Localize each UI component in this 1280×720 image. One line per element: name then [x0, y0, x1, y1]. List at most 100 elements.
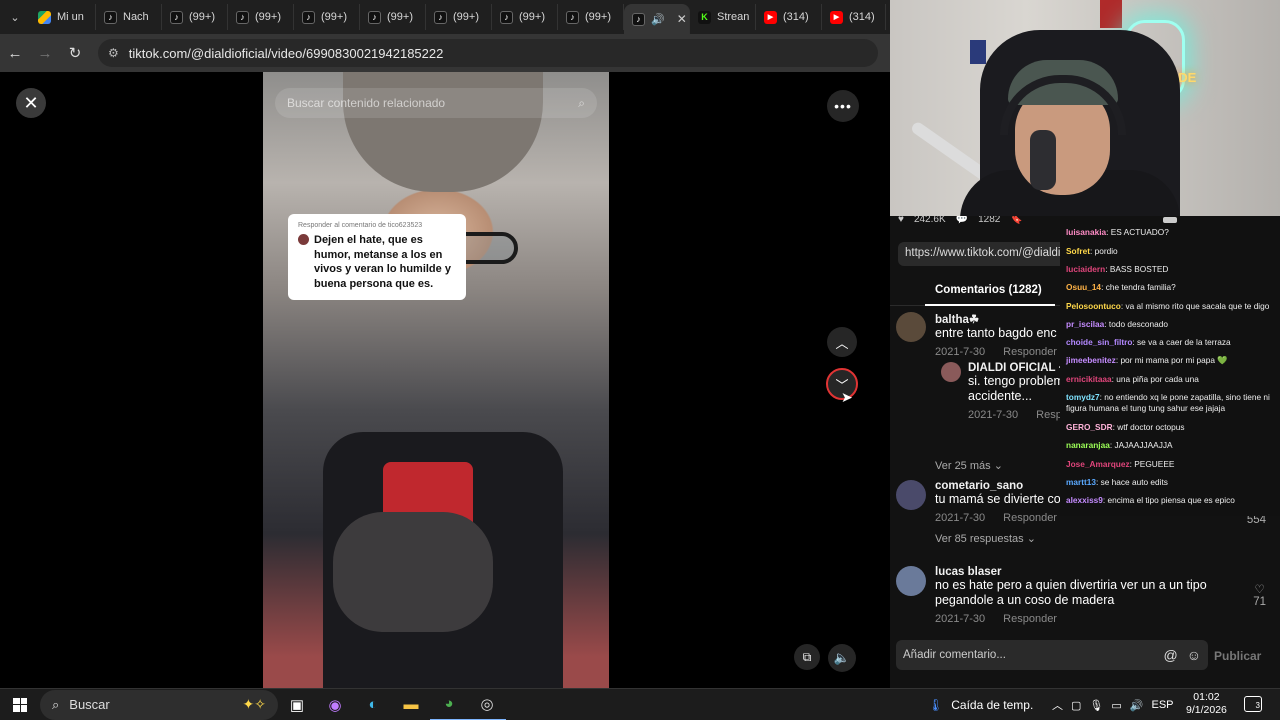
search-icon[interactable]: ⌕: [578, 96, 585, 111]
chrome-icon[interactable]: ◕: [430, 689, 468, 720]
avatar[interactable]: [896, 312, 926, 342]
volume-icon[interactable]: 🔊: [1130, 699, 1144, 712]
mic-arm: [909, 120, 991, 182]
volume-icon[interactable]: 🔈: [828, 644, 856, 672]
chat-message: luciaidern: BASS BOSTED: [1066, 264, 1169, 274]
windows-start-button[interactable]: [0, 689, 40, 720]
address-bar[interactable]: ⚙ tiktok.com/@dialdioficial/video/699083…: [98, 39, 878, 67]
reply-quote: Dejen el hate, que es humor, metanse a l…: [314, 234, 451, 290]
close-tab-icon[interactable]: ✕: [677, 12, 687, 26]
edge-icon[interactable]: ◐: [354, 689, 392, 720]
site-info-icon[interactable]: ⚙: [108, 46, 119, 60]
chat-message: nanaranjaa: JAJAAJJAAJJA: [1066, 440, 1173, 450]
tab-comments[interactable]: Comentarios (1282): [935, 284, 1042, 296]
chat-user: nanaranjaa: [1066, 440, 1110, 450]
back-icon[interactable]: ←: [0, 38, 30, 68]
reload-icon[interactable]: ↻: [60, 38, 90, 68]
comment-user[interactable]: lucas blaser: [935, 566, 1265, 578]
chat-user: choide_sin_filtro: [1066, 337, 1133, 347]
avatar[interactable]: [896, 480, 926, 510]
active-tab-indicator: [925, 304, 1055, 306]
language-indicator[interactable]: ESP: [1151, 699, 1173, 711]
tab-tiktok[interactable]: ♪ (99+): [558, 4, 624, 30]
previous-video-button[interactable]: ︿: [827, 327, 857, 357]
drag-handle-icon: [1163, 217, 1177, 223]
reply-button[interactable]: Responder: [1003, 512, 1057, 524]
tab-label: (99+): [189, 11, 215, 23]
view-more-label: Ver 25 más: [935, 460, 991, 472]
chat-user: pr_iscilaa: [1066, 319, 1105, 329]
avatar[interactable]: [941, 362, 961, 382]
related-search-input[interactable]: Buscar contenido relacionado ⌕: [275, 88, 597, 118]
tab-tiktok[interactable]: ♪ (99+): [492, 4, 558, 30]
video-frame: [333, 512, 493, 632]
clock-date: 9/1/2026: [1186, 704, 1227, 716]
comment-date: 2021-7-30: [935, 346, 986, 358]
file-explorer-icon[interactable]: ▬: [392, 689, 430, 720]
close-video-button[interactable]: ✕: [16, 88, 46, 118]
camera-icon[interactable]: ▢: [1071, 699, 1081, 712]
like-button[interactable]: ♡ 71: [1253, 582, 1266, 608]
chat-message: GERO_SDR: wtf doctor octopus: [1066, 422, 1185, 432]
tiktok-icon: ♪: [104, 10, 117, 24]
mic-icon[interactable]: 🎙: [1089, 699, 1103, 712]
chat-user: Pelosoontuco: [1066, 301, 1121, 311]
screen: ⌄ Mi un ♪ Nach ♪ (99+) ♪ (99+) ♪ (99+) ♪ (99+…: [0, 0, 1280, 720]
avatar[interactable]: [896, 566, 926, 596]
tab-tiktok-active[interactable]: ♪ 🔊 ✕: [624, 4, 690, 34]
forward-icon[interactable]: →: [30, 38, 60, 68]
chat-text: va al mismo rito que sacala que te digo: [1125, 301, 1270, 311]
chat-message: Sofret: pordio: [1066, 246, 1118, 256]
reply-button[interactable]: Responder: [1003, 613, 1057, 625]
chat-message: luisanakia: ES ACTUADO?: [1066, 227, 1169, 237]
nav-bar: ← → ↻ ⚙ tiktok.com/@dialdioficial/video/…: [0, 34, 890, 72]
tab-youtube[interactable]: ▶ (314): [822, 4, 886, 30]
speaker-icon: 🔊: [651, 13, 665, 26]
reply-button[interactable]: Responder: [1003, 346, 1057, 358]
taskbar: ⌕ Buscar ✦✧ ▣ ◉ ◐ ▬ ◕ ◎ 🌡 Caída de temp.…: [0, 688, 1280, 720]
tiktok-icon: ♪: [236, 10, 249, 24]
copilot-icon[interactable]: ◉: [316, 689, 354, 720]
network-icon[interactable]: ▭: [1111, 699, 1121, 712]
emoji-icon[interactable]: ☺: [1187, 647, 1201, 663]
notifications-icon[interactable]: 3: [1244, 696, 1262, 712]
stream-chat-overlay: luisanakia: ES ACTUADO? Sofret: pordio l…: [1060, 216, 1280, 516]
tab-tiktok[interactable]: ♪ Nach: [96, 4, 162, 30]
tab-search-icon[interactable]: ⌄: [0, 0, 30, 34]
view-more-replies[interactable]: Ver 25 más ⌄: [935, 459, 1003, 472]
chat-text: se va a caer de la terraza: [1137, 337, 1231, 347]
obs-icon[interactable]: ◎: [468, 689, 506, 720]
heart-icon[interactable]: ♡: [1253, 582, 1266, 596]
tab-tiktok[interactable]: ♪ (99+): [426, 4, 492, 30]
comment-date: 2021-7-30: [968, 409, 1019, 421]
clock[interactable]: 01:02 9/1/2026: [1186, 691, 1227, 717]
view-more-replies[interactable]: Ver 85 respuestas ⌄: [935, 532, 1265, 545]
video-player[interactable]: Buscar contenido relacionado ⌕ Responder…: [263, 72, 609, 688]
weather-widget[interactable]: 🌡 Caída de temp.: [928, 689, 1033, 720]
chat-user: martt13: [1066, 477, 1096, 487]
tab-tiktok[interactable]: ♪ (99+): [294, 4, 360, 30]
publish-button[interactable]: Publicar: [1214, 649, 1261, 663]
task-view-icon[interactable]: ▣: [278, 689, 316, 720]
taskbar-search[interactable]: ⌕ Buscar ✦✧: [40, 689, 278, 720]
tab-kick[interactable]: K Strean: [690, 4, 756, 30]
more-options-button[interactable]: •••: [827, 90, 859, 122]
tab-youtube[interactable]: ▶ (314): [756, 4, 822, 30]
tiktok-icon: ♪: [500, 10, 513, 24]
tab-drive[interactable]: Mi un: [30, 4, 96, 30]
chat-text: una piña por cada una: [1116, 374, 1199, 384]
youtube-icon: ▶: [764, 10, 777, 24]
add-comment-input[interactable]: Añadir comentario... @ ☺: [896, 640, 1208, 670]
tiktok-icon: ♪: [566, 10, 579, 24]
tab-tiktok[interactable]: ♪ (99+): [228, 4, 294, 30]
chat-text: todo desconado: [1108, 319, 1168, 329]
pip-icon[interactable]: ⧉: [794, 644, 820, 670]
tab-label: (99+): [519, 11, 545, 23]
tab-strip: ⌄ Mi un ♪ Nach ♪ (99+) ♪ (99+) ♪ (99+) ♪ (99+…: [0, 0, 890, 34]
chevron-up-icon[interactable]: ︿: [1052, 697, 1063, 713]
mention-icon[interactable]: @: [1163, 647, 1177, 663]
tiktok-video-page: ✕ Buscar contenido relacionado ⌕ Respond…: [0, 72, 890, 688]
tab-tiktok[interactable]: ♪ (99+): [162, 4, 228, 30]
microphone: [1030, 130, 1056, 190]
tab-tiktok[interactable]: ♪ (99+): [360, 4, 426, 30]
